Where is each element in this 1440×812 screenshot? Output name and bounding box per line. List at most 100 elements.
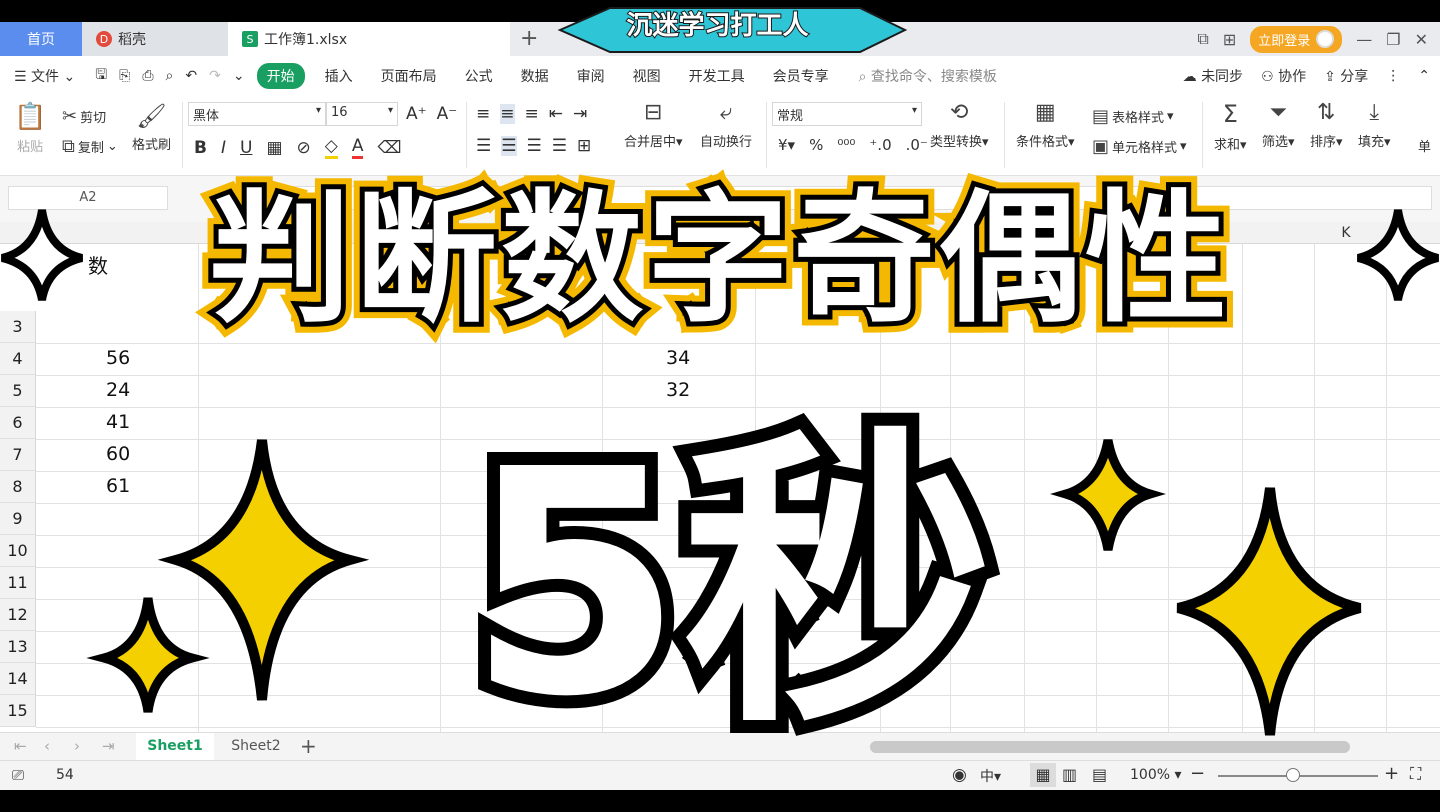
macro-record-icon[interactable]: ⎚	[12, 766, 24, 784]
export-icon[interactable]: ⎘	[113, 68, 136, 84]
horizontal-scrollbar[interactable]	[870, 741, 1350, 753]
normal-view-icon[interactable]: ▦	[1030, 763, 1056, 787]
cell-style-button[interactable]: ▣ 单元格样式 ▾	[1092, 136, 1187, 157]
page-break-view-icon[interactable]: ▤	[1092, 765, 1107, 784]
preview-icon[interactable]: ⌕	[160, 68, 180, 84]
font-name-select[interactable]: 黑体 ▾	[188, 102, 326, 126]
row-header-6[interactable]: 6	[0, 407, 36, 439]
paste-button[interactable]: 📋 粘贴	[14, 102, 46, 155]
cell-button-partial[interactable]: 单	[1418, 136, 1431, 155]
restore-icon[interactable]: ❐	[1386, 30, 1400, 49]
row-header-7[interactable]: 7	[0, 439, 36, 471]
zoom-in-icon[interactable]: +	[1384, 763, 1399, 784]
row-header-4[interactable]: 4	[0, 343, 36, 375]
number-format-select[interactable]: 常规 ▾	[772, 102, 922, 126]
row-header-3[interactable]: 3	[0, 311, 36, 343]
menu-file[interactable]: ☰ 文件 ⌄	[0, 66, 89, 86]
eye-protection-icon[interactable]: ◉	[952, 765, 967, 785]
row-header-8[interactable]: 8	[0, 471, 36, 503]
row-header-13[interactable]: 13	[0, 631, 36, 663]
next-sheet-icon[interactable]: ›	[74, 737, 80, 755]
strikethrough-icon[interactable]: ⊘	[297, 138, 311, 158]
menu-view[interactable]: 视图	[619, 66, 675, 86]
close-icon[interactable]: ✕	[1415, 30, 1428, 49]
clear-format-icon[interactable]: ⌫	[377, 138, 401, 158]
row-header-10[interactable]: 10	[0, 535, 36, 567]
underline-icon[interactable]: U	[240, 138, 252, 158]
row-header-15[interactable]: 15	[0, 695, 36, 727]
indent-decrease-icon[interactable]: ⇤	[549, 104, 563, 124]
align-center-icon[interactable]: ☰	[501, 136, 517, 156]
sum-button[interactable]: Σ 求和▾	[1214, 100, 1247, 153]
decrease-font-icon[interactable]: A⁻	[437, 104, 458, 124]
minimize-icon[interactable]: —	[1356, 30, 1372, 49]
cell-a4[interactable]: 56	[106, 347, 130, 369]
sheet-tab-sheet1[interactable]: Sheet1	[136, 733, 214, 761]
indent-increase-icon[interactable]: ⇥	[573, 104, 587, 124]
menu-insert[interactable]: 插入	[311, 66, 367, 86]
last-sheet-icon[interactable]: ⇥	[102, 737, 115, 755]
page-layout-view-icon[interactable]: ▥	[1062, 765, 1077, 784]
collapse-ribbon-icon[interactable]: ⌃	[1418, 68, 1430, 84]
row-header-11[interactable]: 11	[0, 567, 36, 599]
tab-docer[interactable]: D 稻壳	[82, 22, 228, 56]
wrap-text-button[interactable]: ⤶ 自动换行	[700, 100, 752, 150]
tab-home[interactable]: 首页	[0, 22, 82, 56]
cell-e4[interactable]: 34	[666, 347, 690, 369]
merge-center-button[interactable]: ⊟ 合并居中▾	[624, 100, 683, 150]
first-sheet-icon[interactable]: ⇤	[14, 737, 27, 755]
fill-color-icon[interactable]: ◇	[324, 136, 338, 159]
currency-icon[interactable]: ¥▾	[778, 136, 795, 154]
cell-a6[interactable]: 41	[106, 411, 130, 433]
print-icon[interactable]: ⎙	[136, 68, 159, 84]
save-icon[interactable]: 🖫	[89, 64, 113, 88]
font-size-select[interactable]: 16 ▾	[326, 102, 398, 126]
collaborate-button[interactable]: ⚇ 协作	[1261, 66, 1306, 86]
table-style-button[interactable]: ▤ 表格样式 ▾	[1092, 106, 1174, 127]
align-bottom-icon[interactable]: ≡	[525, 104, 539, 124]
row-header-9[interactable]: 9	[0, 503, 36, 535]
more-icon[interactable]: ⋮	[1386, 68, 1400, 84]
redo-icon[interactable]: ↷	[203, 68, 227, 84]
menu-page-layout[interactable]: 页面布局	[367, 66, 451, 86]
row-header-12[interactable]: 12	[0, 599, 36, 631]
sync-button[interactable]: ☁ 未同步	[1183, 66, 1243, 86]
column-header-k[interactable]: K	[1316, 222, 1376, 244]
tab-workbook[interactable]: S 工作簿1.xlsx ▭	[228, 22, 725, 56]
row-header-5[interactable]: 5	[0, 375, 36, 407]
add-sheet-button[interactable]: +	[300, 734, 317, 758]
cell-a1-partial[interactable]: 数	[88, 250, 108, 279]
increase-decimal-icon[interactable]: ⁺.0	[869, 136, 891, 154]
type-convert-button[interactable]: ⟲ 类型转换▾	[930, 100, 989, 150]
menu-start[interactable]: 开始	[256, 63, 305, 89]
border-icon[interactable]: ▦	[266, 138, 282, 158]
percent-icon[interactable]: %	[809, 136, 823, 154]
cell-a5[interactable]: 24	[106, 379, 130, 401]
share-button[interactable]: ⇪ 分享	[1324, 66, 1368, 86]
language-icon[interactable]: 中▾	[980, 766, 1001, 786]
login-button[interactable]: 立即登录	[1250, 25, 1343, 53]
align-middle-icon[interactable]: ≡	[500, 104, 515, 124]
menu-review[interactable]: 审阅	[563, 66, 619, 86]
increase-font-icon[interactable]: A⁺	[406, 104, 427, 124]
bold-icon[interactable]: B	[194, 138, 207, 158]
name-box[interactable]: A2	[8, 186, 168, 210]
decrease-decimal-icon[interactable]: .0⁻	[906, 136, 928, 154]
command-search[interactable]: ⌕ 查找命令、搜索模板	[843, 66, 997, 86]
align-left-icon[interactable]: ☰	[476, 136, 491, 156]
menu-developer[interactable]: 开发工具	[675, 66, 759, 86]
format-painter-button[interactable]: 🖌 格式刷	[132, 102, 171, 153]
menu-formula[interactable]: 公式	[451, 66, 507, 86]
sheet-tab-sheet2[interactable]: Sheet2	[220, 733, 292, 761]
menu-member[interactable]: 会员专享	[759, 66, 843, 86]
prev-sheet-icon[interactable]: ‹	[44, 737, 50, 755]
font-color-icon[interactable]: A	[351, 136, 364, 159]
filter-button[interactable]: ⏷ 筛选▾	[1262, 100, 1295, 150]
cell-a7[interactable]: 60	[106, 443, 130, 465]
row-header-14[interactable]: 14	[0, 663, 36, 695]
align-right-icon[interactable]: ☰	[527, 136, 542, 156]
worksheet-grid[interactable]: K 数 3 4 5 6 7 8 9 10 11 12 13 14 15 56 2…	[0, 222, 1440, 732]
formula-input[interactable]	[232, 186, 1432, 210]
conditional-format-button[interactable]: ▦ 条件格式▾	[1016, 100, 1075, 150]
zoom-out-icon[interactable]: −	[1190, 763, 1205, 784]
